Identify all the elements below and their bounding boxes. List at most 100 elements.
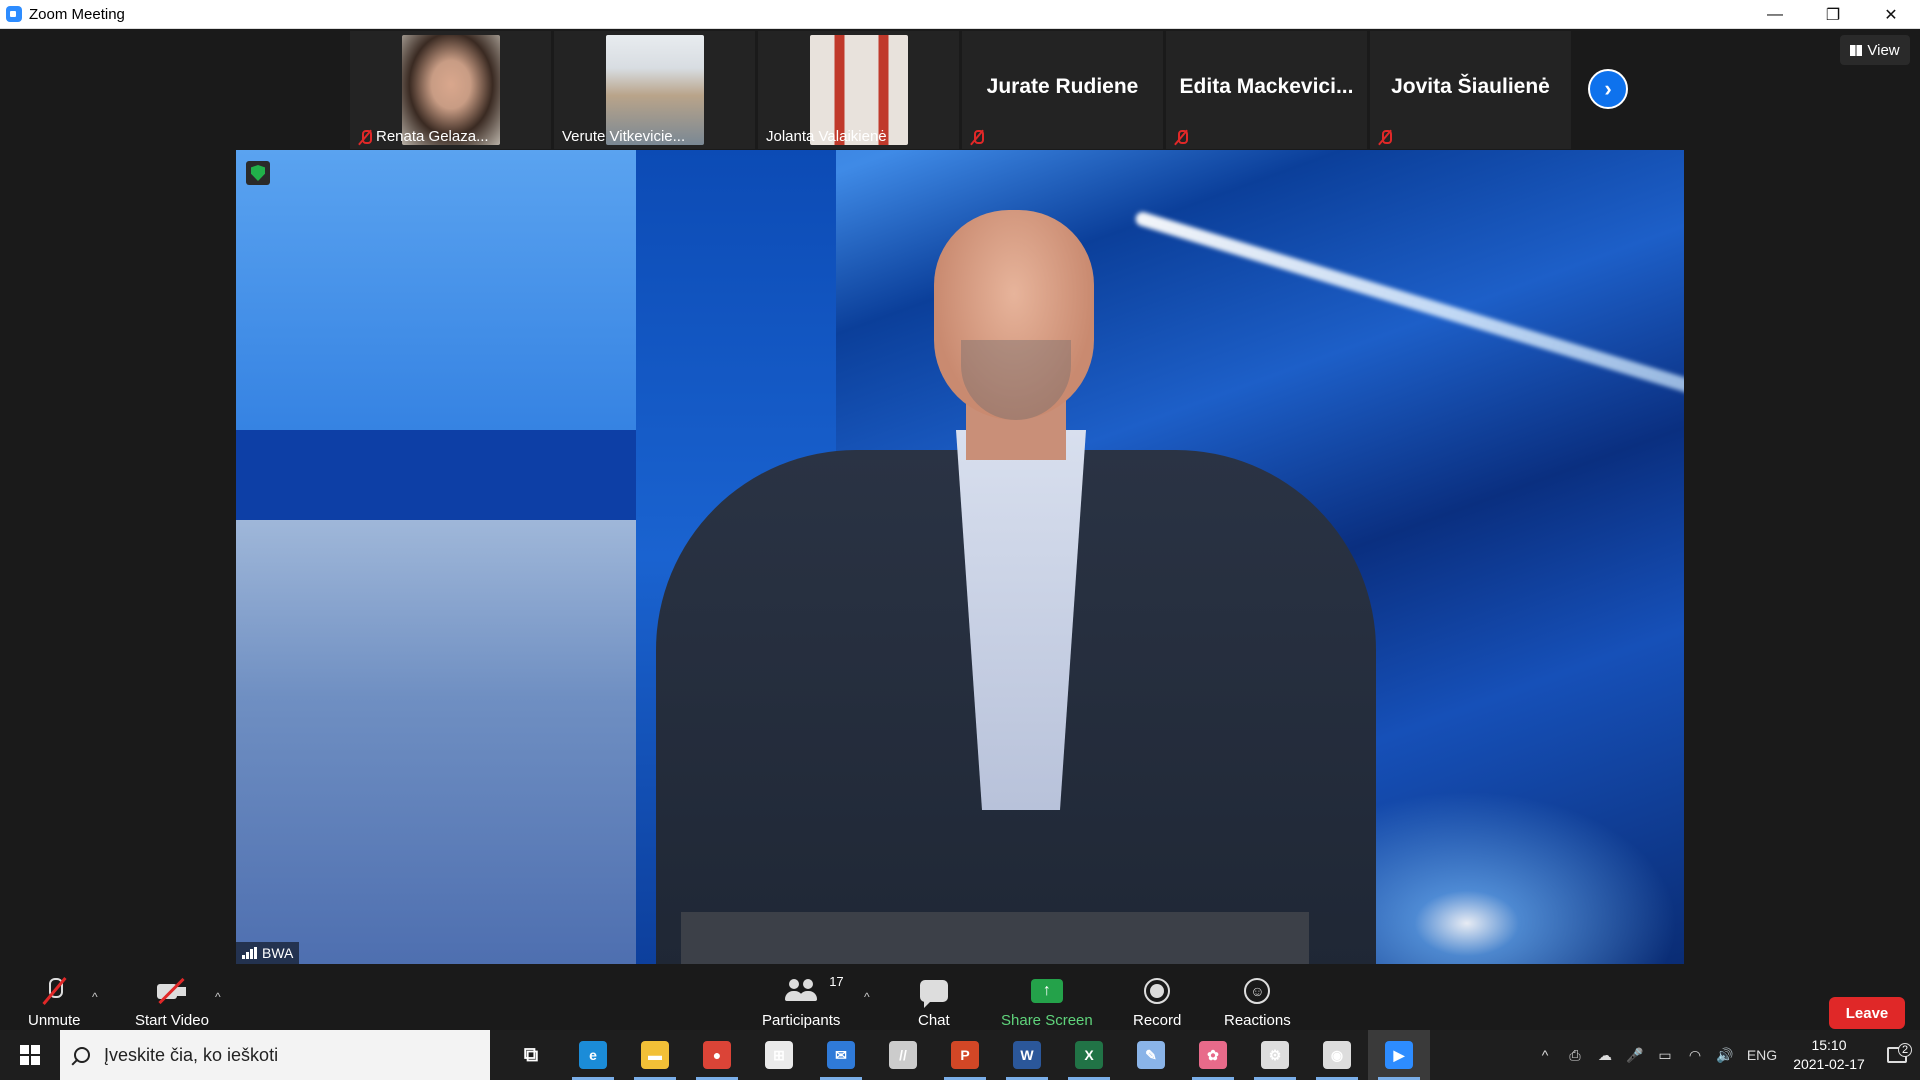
edge-icon: e <box>579 1041 607 1069</box>
search-placeholder: Įveskite čia, ko ieškoti <box>104 1044 279 1065</box>
powerpoint-icon: P <box>951 1041 979 1069</box>
taskbar-app-edge[interactable]: e <box>562 1030 624 1080</box>
leave-button[interactable]: Leave <box>1829 997 1905 1029</box>
clock-date: 2021-02-17 <box>1793 1056 1865 1072</box>
meet-now-icon[interactable]: ⎙ <box>1560 1047 1590 1064</box>
video-options-caret[interactable]: ^ <box>215 990 221 1004</box>
participant-strip: Renata Gelaza... Verute Vitkevicie... Jo… <box>350 31 1571 149</box>
chat-button[interactable]: Chat <box>918 976 950 1029</box>
volume-icon[interactable]: 🔊 <box>1710 1047 1740 1064</box>
audio-options-caret[interactable]: ^ <box>92 990 98 1004</box>
app-slash-icon: // <box>889 1041 917 1069</box>
store-icon: ⊞ <box>765 1041 793 1069</box>
taskbar-app-task-view[interactable]: ⧉ <box>500 1030 562 1080</box>
smiley-icon: ☺ <box>1244 978 1271 1004</box>
reactions-button[interactable]: ☺ Reactions <box>1224 976 1291 1029</box>
taskbar-search[interactable]: Įveskite čia, ko ieškoti <box>60 1030 490 1080</box>
participants-options-caret[interactable]: ^ <box>864 990 870 1004</box>
participant-name: Edita Mackevici... <box>1179 75 1354 98</box>
active-speaker-video[interactable]: BWA <box>236 150 1684 964</box>
mic-muted-icon <box>41 976 67 1006</box>
participant-name: Jurate Rudiene <box>986 75 1139 98</box>
show-hidden-icons[interactable]: ^ <box>1530 1047 1560 1063</box>
paint-icon: ✎ <box>1137 1041 1165 1069</box>
speaker-name: BWA <box>262 945 294 961</box>
mic-muted-icon <box>1174 129 1188 145</box>
shield-check-icon[interactable] <box>246 161 270 185</box>
taskbar-app-excel[interactable]: X <box>1058 1030 1120 1080</box>
record-label: Record <box>1133 1012 1182 1029</box>
windows-taskbar: Įveskite čia, ko ieškoti ⧉ e ▬ ● ⊞ ✉ // P W X ✎ ✿ ⚙ ◉… <box>0 1030 1920 1080</box>
chat-label: Chat <box>918 1012 950 1029</box>
settings-icon: ⚙ <box>1261 1041 1289 1069</box>
participant-tile[interactable]: Jolanta Valaikienė <box>758 31 959 149</box>
taskbar-app-paint[interactable]: ✎ <box>1120 1030 1182 1080</box>
restore-button[interactable]: ❐ <box>1804 0 1862 29</box>
speaker-figure <box>656 190 1376 964</box>
microphone-icon[interactable]: 🎤 <box>1620 1047 1650 1064</box>
taskbar-app-powerpoint[interactable]: P <box>934 1030 996 1080</box>
participant-name: Jolanta Valaikienė <box>766 128 887 145</box>
taskbar-app-zoom[interactable]: ▶ <box>1368 1030 1430 1080</box>
minimize-button[interactable]: — <box>1746 0 1804 29</box>
participant-tile[interactable]: Verute Vitkevicie... <box>554 31 755 149</box>
people-icon <box>785 979 817 1003</box>
chevron-right-icon[interactable]: › <box>1588 69 1628 109</box>
taskbar-app-app-slash[interactable]: // <box>872 1030 934 1080</box>
camera-app-icon: ◉ <box>1323 1041 1351 1069</box>
clock-time: 15:10 <box>1811 1037 1847 1053</box>
zoom-app-icon <box>6 6 22 22</box>
participant-name: Jovita Šiaulienė <box>1391 75 1550 98</box>
notifications-button[interactable]: 2 <box>1874 1043 1920 1063</box>
system-tray: ^ ⎙ ☁ 🎤 ▭ ◠ 🔊 ENG 15:10 2021-02-17 2 <box>1530 1030 1920 1080</box>
speaker-label: BWA <box>236 942 300 964</box>
participant-tile[interactable]: Jovita Šiaulienė <box>1370 31 1571 149</box>
clock[interactable]: 15:10 2021-02-17 <box>1784 1036 1874 1074</box>
view-button[interactable]: View <box>1840 35 1910 65</box>
wifi-icon[interactable]: ◠ <box>1680 1047 1710 1064</box>
camera-off-icon <box>155 976 189 1006</box>
view-label: View <box>1867 41 1900 59</box>
mic-muted-icon <box>1378 129 1392 145</box>
meeting-area: Renata Gelaza... Verute Vitkevicie... Jo… <box>0 29 1920 1059</box>
language-indicator[interactable]: ENG <box>1740 1047 1784 1063</box>
word-icon: W <box>1013 1041 1041 1069</box>
close-button[interactable]: ✕ <box>1862 0 1920 29</box>
record-icon <box>1144 978 1171 1004</box>
participants-button[interactable]: 17 Participants <box>762 974 844 1029</box>
battery-icon[interactable]: ▭ <box>1650 1047 1680 1064</box>
window-title: Zoom Meeting <box>29 5 125 23</box>
start-video-label: Start Video <box>135 1012 209 1029</box>
record-button[interactable]: Record <box>1133 976 1181 1029</box>
reactions-label: Reactions <box>1224 1012 1291 1029</box>
notification-count: 2 <box>1898 1043 1912 1057</box>
mic-muted-icon <box>358 129 372 145</box>
share-screen-button[interactable]: ↑ Share Screen <box>1001 976 1093 1029</box>
chrome-icon: ● <box>703 1041 731 1069</box>
search-icon <box>74 1047 90 1063</box>
participant-tile[interactable]: Jurate Rudiene <box>962 31 1163 149</box>
taskbar-app-file-explorer[interactable]: ▬ <box>624 1030 686 1080</box>
unmute-label: Unmute <box>28 1012 81 1029</box>
taskbar-app-camera-app[interactable]: ◉ <box>1306 1030 1368 1080</box>
participant-count: 17 <box>829 974 844 989</box>
unmute-button[interactable]: Unmute <box>28 976 81 1029</box>
windows-start-icon[interactable] <box>0 1030 60 1080</box>
onedrive-icon[interactable]: ☁ <box>1590 1047 1620 1064</box>
taskbar-app-settings[interactable]: ⚙ <box>1244 1030 1306 1080</box>
taskbar-app-mail[interactable]: ✉ <box>810 1030 872 1080</box>
participants-label: Participants <box>762 1012 841 1029</box>
mail-icon: ✉ <box>827 1041 855 1069</box>
participant-tile[interactable]: Edita Mackevici... <box>1166 31 1367 149</box>
taskbar-app-store[interactable]: ⊞ <box>748 1030 810 1080</box>
participant-tile[interactable]: Renata Gelaza... <box>350 31 551 149</box>
taskbar-app-paint-3d[interactable]: ✿ <box>1182 1030 1244 1080</box>
podium <box>681 912 1309 964</box>
start-video-button[interactable]: Start Video <box>135 976 209 1029</box>
participant-name: Renata Gelaza... <box>376 128 489 145</box>
taskbar-app-word[interactable]: W <box>996 1030 1058 1080</box>
share-screen-label: Share Screen <box>1001 1012 1093 1029</box>
taskbar-app-chrome[interactable]: ● <box>686 1030 748 1080</box>
task-view-icon: ⧉ <box>523 1043 539 1066</box>
excel-icon: X <box>1075 1041 1103 1069</box>
